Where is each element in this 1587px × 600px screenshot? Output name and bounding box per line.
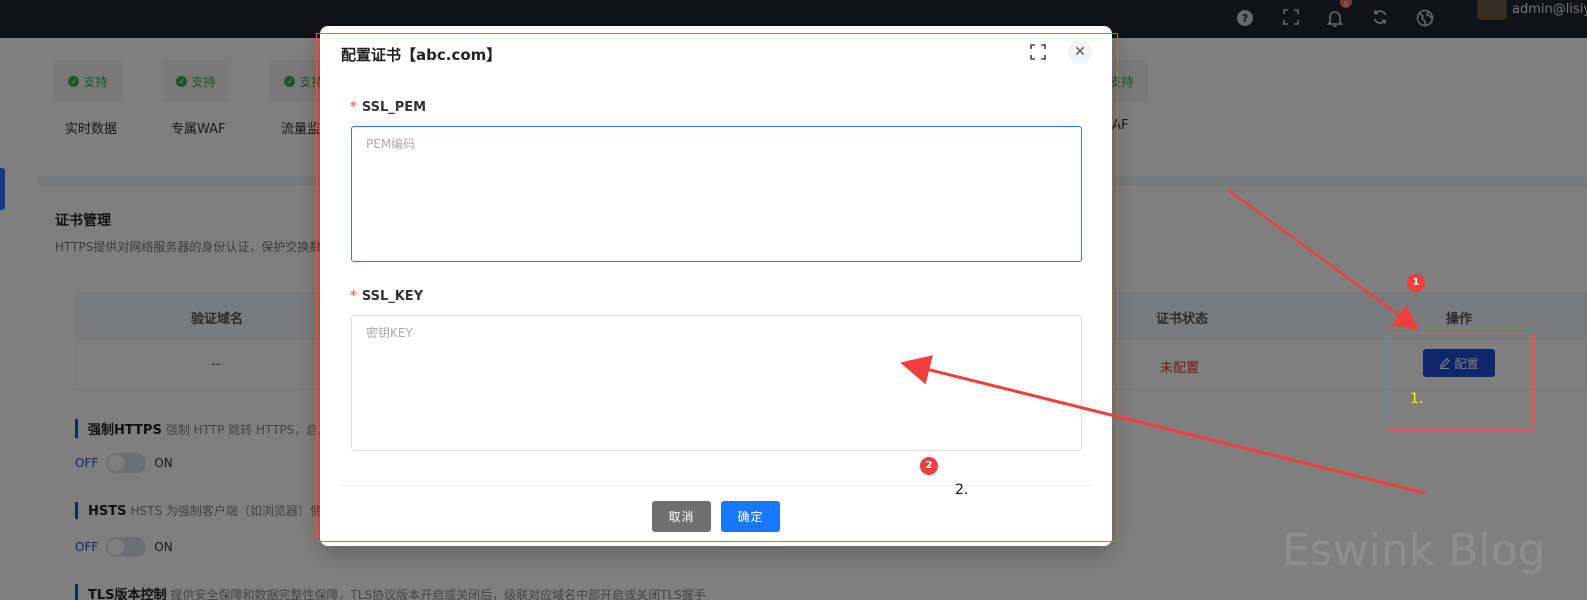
annotation-arrows [900,188,1426,495]
arrow-to-configure [1227,188,1420,330]
arrow-to-key-field [900,355,1426,495]
step-label-2: 2. [955,482,969,498]
step-label-1: 1. [1410,391,1424,407]
step-marker-2: 2 [920,457,938,475]
step-marker-1: 1 [1407,274,1425,292]
watermark: Eswink Blog [1282,525,1546,576]
